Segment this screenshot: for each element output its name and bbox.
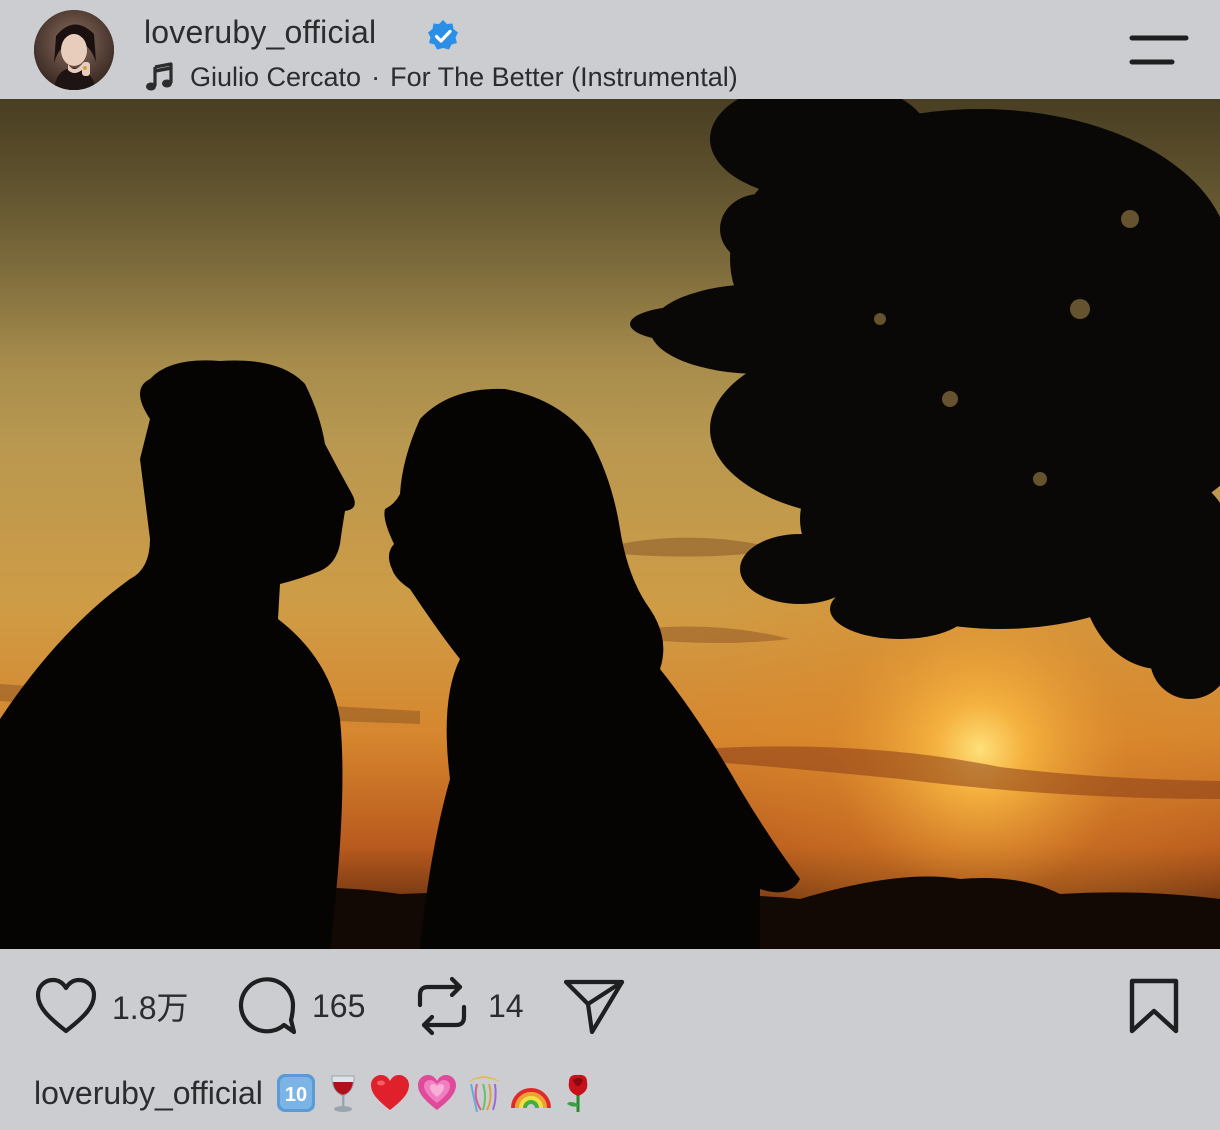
verified-badge-icon [428,20,458,50]
bookmark-button[interactable] [1128,950,1180,1062]
music-info[interactable]: Giulio Cercato · For The Better (Instrum… [144,60,738,94]
post-actions: 1.8万 165 14 [0,950,1220,1060]
repost-icon [417,976,467,1036]
avatar[interactable] [34,10,114,90]
sunset-silhouette-image [0,99,1220,949]
like-count: 1.8万 [112,990,189,1026]
repost-button[interactable]: 14 [414,950,524,1062]
confetti-ball-icon [468,1076,499,1113]
wine-glass-icon [331,1075,355,1112]
heart-icon [35,977,97,1034]
rainbow-icon [510,1088,551,1109]
growing-heart-icon [417,1075,456,1110]
send-icon [563,979,625,1035]
share-button[interactable] [562,950,626,1062]
music-separator: · [371,61,381,92]
music-note-icon [146,62,173,91]
red-heart-icon [370,1075,409,1110]
post-username[interactable]: loveruby_official [144,14,376,51]
caption-username[interactable]: loveruby_official [34,1075,263,1112]
keycap-ten-icon: 10 [276,1074,315,1112]
repost-count: 14 [488,987,524,1024]
post-header: loveruby_official Giulio Cercato · For T… [0,0,1220,98]
comment-button[interactable]: 165 [236,950,365,1062]
post-image[interactable] [0,99,1220,949]
comment-count: 165 [312,987,366,1024]
svg-text:10: 10 [285,1084,307,1106]
music-track: For The Better (Instrumental) [390,61,738,92]
music-artist: Giulio Cercato [190,61,362,92]
caption: loveruby_official 10 [34,1068,604,1118]
comment-icon [238,977,297,1035]
like-button[interactable]: 1.8万 [34,950,189,1062]
bookmark-icon [1129,978,1179,1034]
rose-icon [566,1074,588,1112]
menu-icon[interactable] [1128,32,1190,68]
